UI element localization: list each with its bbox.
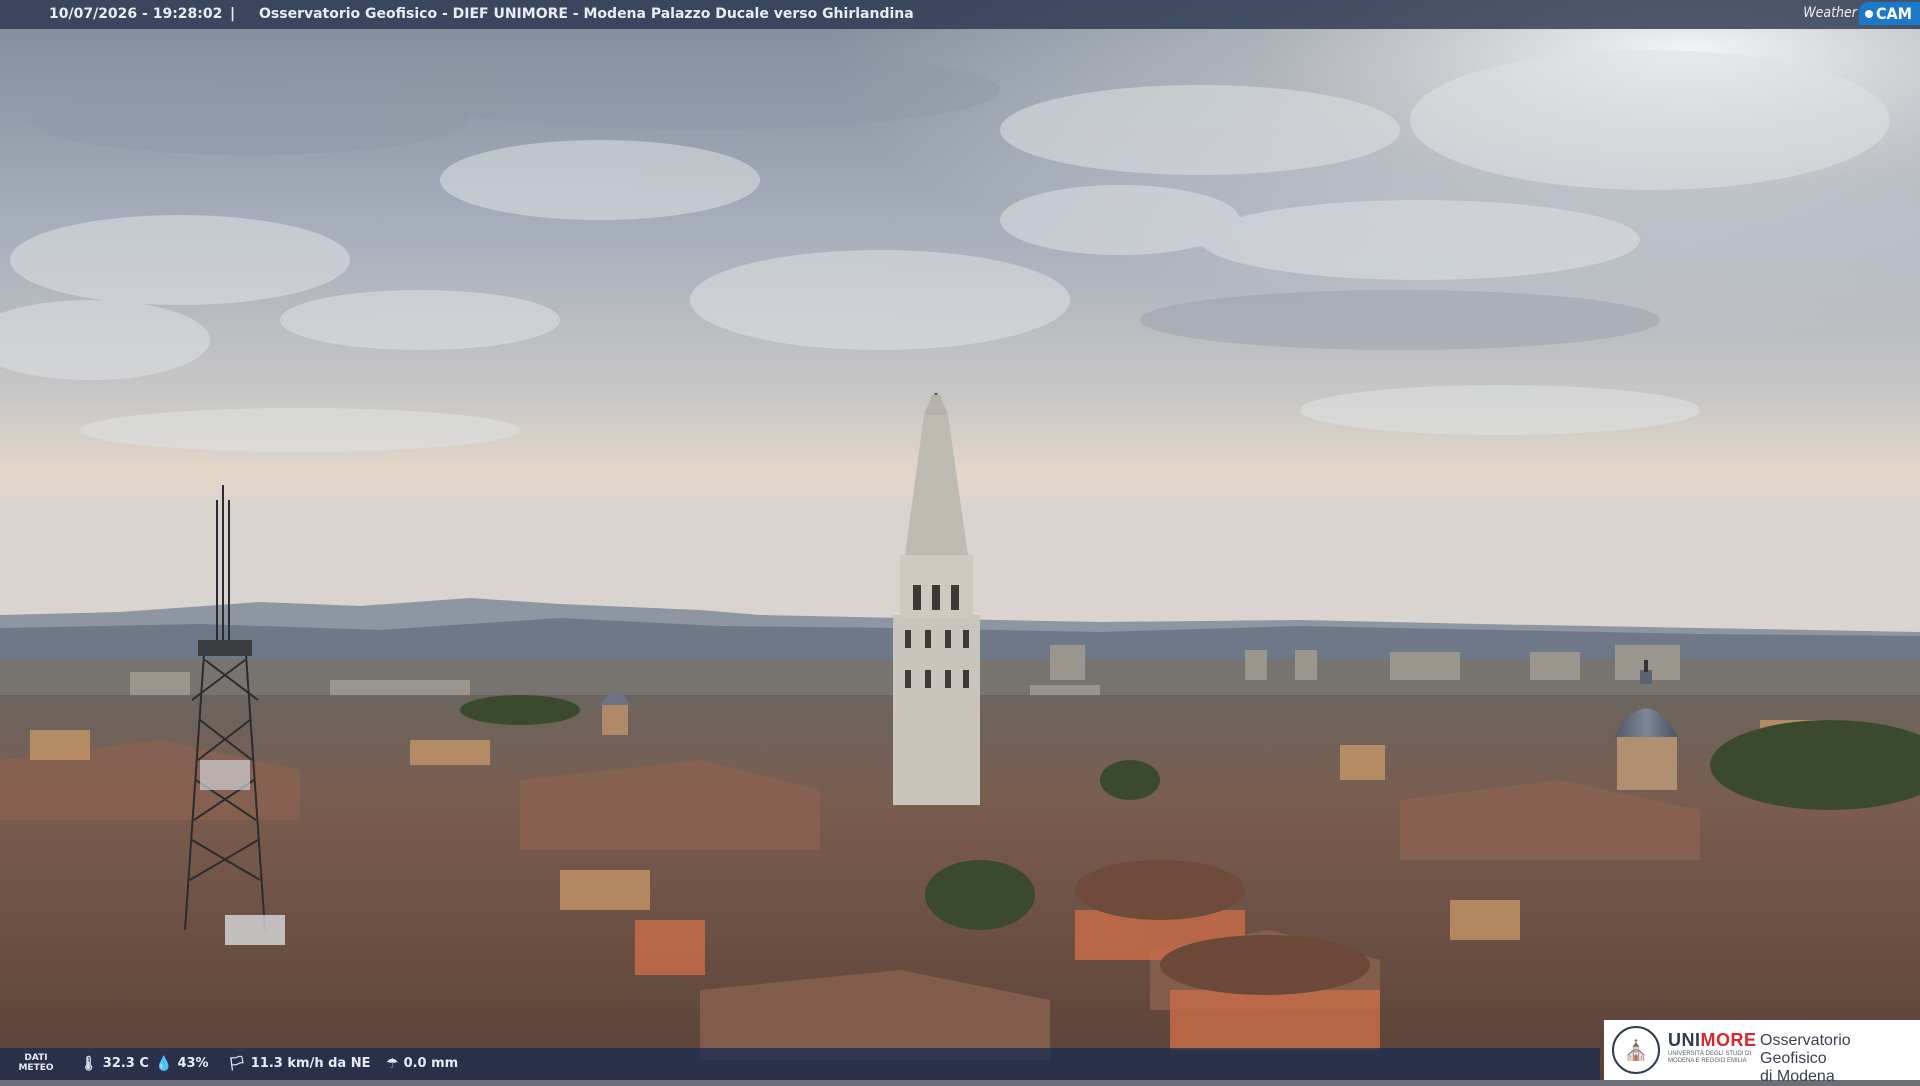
university-seal-icon: ⛪ <box>1612 1026 1660 1074</box>
weathercam-logo-cam-text: CAM <box>1875 3 1912 23</box>
weathercam-logo-weather: Weather <box>1803 5 1857 21</box>
thermometer-icon: 🌡 <box>80 1056 98 1072</box>
weather-data-label-line1: DATI <box>24 1053 48 1063</box>
rain-icon: ☂ <box>386 1056 399 1072</box>
wind-reading: 🏳 11.3 km/h da NE <box>228 1048 370 1080</box>
weathercam-logo-cam: CAM <box>1858 1 1920 25</box>
humidity-value: 43% <box>177 1056 209 1071</box>
unimore-wordmark: UNIMORE <box>1668 1030 1757 1051</box>
unimore-logo: ⛪ UNIMORE UNIVERSITÀ DEGLI STUDI DI MODE… <box>1604 1020 1920 1085</box>
temperature-value: 32.3 C <box>102 1056 149 1071</box>
unimore-wordmark-uni: UNI <box>1668 1030 1701 1050</box>
camera-dot-icon <box>1864 10 1873 18</box>
weather-data-label-line2: METEO <box>18 1063 54 1073</box>
header-separator: | <box>230 6 236 22</box>
rain-reading: ☂ 0.0 mm <box>386 1048 458 1080</box>
weather-data-label: DATI METEO <box>18 1053 54 1073</box>
wind-icon: 🏳 <box>228 1056 246 1072</box>
header-bar: 10/07/2026 - 19:28:02 | Osservatorio Geo… <box>0 0 1920 29</box>
unimore-wordmark-more: MORE <box>1700 1030 1757 1050</box>
weather-data-bar: DATI METEO 🌡 32.3 C 💧 43% 🏳 11.3 km/h da… <box>0 1048 1600 1080</box>
humidity-drop-icon: 💧 <box>155 1056 173 1072</box>
weathercam-logo: Weather CAM <box>1797 0 1920 26</box>
observatory-name-line2: di Modena <box>1760 1068 1835 1085</box>
wind-value: 11.3 km/h da NE <box>250 1056 371 1071</box>
observatory-name-line1: Osservatorio Geofisico <box>1760 1032 1851 1067</box>
university-name: UNIVERSITÀ DEGLI STUDI DI MODENA E REGGI… <box>1668 1051 1752 1064</box>
timestamp: 10/07/2026 - 19:28:02 <box>49 6 223 22</box>
camera-title: Osservatorio Geofisico - DIEF UNIMORE - … <box>259 6 914 22</box>
webcam-image <box>0 0 1920 1080</box>
temperature-reading: 🌡 32.3 C <box>80 1048 149 1080</box>
humidity-reading: 💧 43% <box>155 1048 209 1080</box>
observatory-name: Osservatorio Geofisico di Modena <box>1760 1032 1920 1086</box>
rain-value: 0.0 mm <box>403 1056 459 1071</box>
